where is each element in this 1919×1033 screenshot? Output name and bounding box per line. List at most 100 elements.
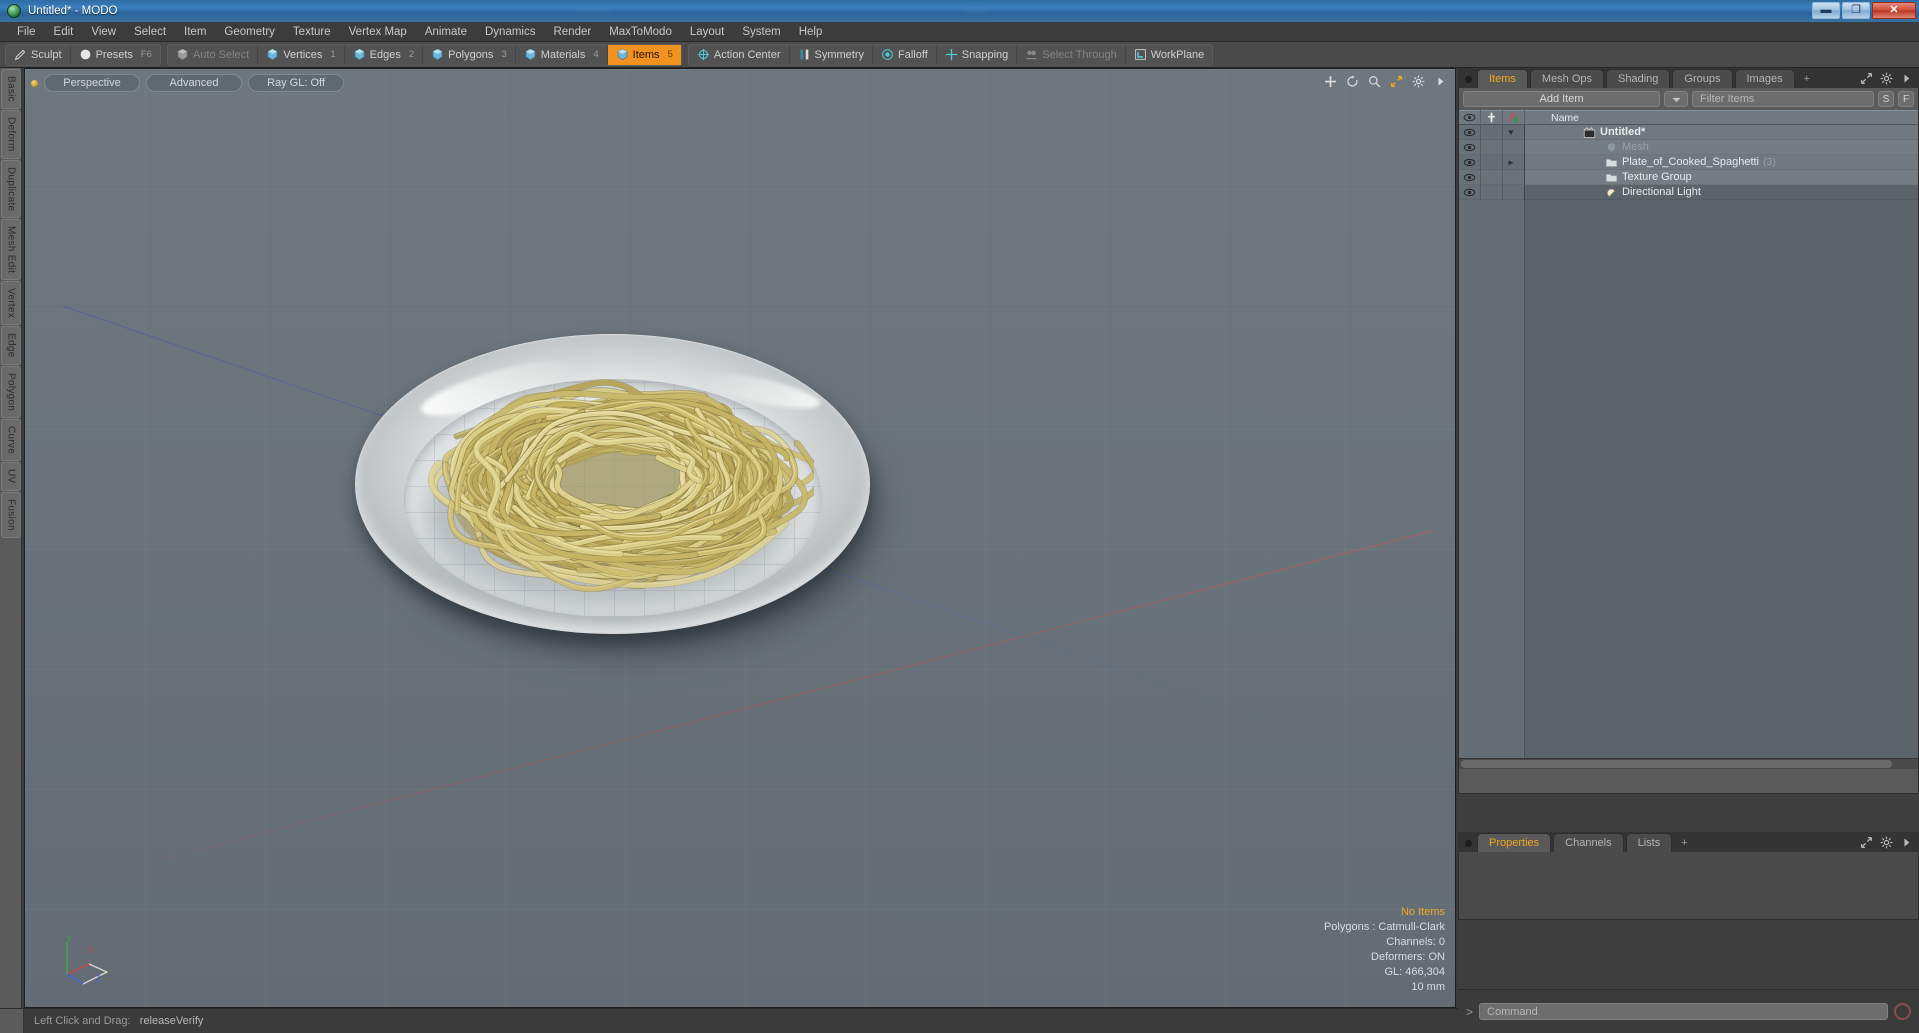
tab-items[interactable]: Items — [1477, 69, 1528, 88]
table-row[interactable]: Texture Group — [1459, 169, 1918, 185]
texture-cell[interactable] — [1503, 169, 1525, 185]
gear-icon[interactable] — [1880, 836, 1893, 849]
3d-viewport[interactable]: Perspective Advanced Ray GL: Off No Item… — [24, 68, 1456, 1008]
fit-icon[interactable] — [1390, 75, 1403, 88]
items-tree[interactable]: Name ▼ Untitled* Mesh ► Plate_of_Cooked_Spag… — [1459, 110, 1918, 758]
tab-images[interactable]: Images — [1734, 69, 1795, 88]
items-tree-hscroll-thumb[interactable] — [1461, 760, 1893, 768]
gear-icon[interactable] — [1880, 72, 1893, 85]
table-row[interactable]: ► Plate_of_Cooked_Spaghetti (3) — [1459, 154, 1918, 170]
tab-properties[interactable]: Properties — [1477, 833, 1552, 852]
left-tab-fusion[interactable]: Fusion — [1, 491, 21, 538]
toolbar-button-polygons[interactable]: Polygons 3 — [423, 44, 516, 65]
menu-item-vertex-map[interactable]: Vertex Map — [340, 24, 416, 40]
toolbar-button-edges[interactable]: Edges 2 — [345, 44, 424, 65]
move-icon[interactable] — [1324, 75, 1337, 88]
command-input[interactable]: Command — [1479, 1003, 1888, 1020]
chevron-right-icon[interactable] — [1900, 836, 1913, 849]
visibility-toggle-icon[interactable] — [1459, 124, 1481, 140]
tree-item-name-cell[interactable]: Texture Group — [1525, 171, 1692, 184]
left-tab-deform[interactable]: Deform — [1, 109, 21, 159]
menu-item-dynamics[interactable]: Dynamics — [476, 24, 544, 40]
toolbar-button-snapping[interactable]: Snapping — [937, 44, 1018, 65]
maximize-button[interactable]: ❐ — [1842, 2, 1870, 19]
menu-item-edit[interactable]: Edit — [45, 24, 83, 40]
rotate-icon[interactable] — [1346, 75, 1359, 88]
menu-item-animate[interactable]: Animate — [416, 24, 476, 40]
left-tab-basic[interactable]: Basic — [1, 69, 21, 109]
table-row[interactable]: Directional Light — [1459, 184, 1918, 200]
viewport-raygl-button[interactable]: Ray GL: Off — [248, 74, 344, 92]
chevron-right-icon[interactable] — [1434, 75, 1447, 88]
items-panel-add-tab[interactable]: + — [1797, 69, 1817, 88]
lock-cell[interactable] — [1481, 139, 1503, 155]
toolbar-button-workplane[interactable]: WorkPlane — [1126, 45, 1213, 65]
lock-cell[interactable] — [1481, 154, 1503, 170]
toolbar-button-action-center[interactable]: Action Center — [689, 44, 790, 65]
viewport-shading-button[interactable]: Advanced — [146, 74, 242, 92]
menu-item-view[interactable]: View — [82, 24, 125, 40]
menu-item-item[interactable]: Item — [175, 24, 215, 40]
tree-item-name-cell[interactable]: ► Plate_of_Cooked_Spaghetti (3) — [1507, 156, 1776, 169]
menu-item-geometry[interactable]: Geometry — [215, 24, 284, 40]
texture-cell[interactable] — [1503, 139, 1525, 155]
toolbar-button-sculpt[interactable]: Sculpt — [6, 44, 71, 65]
tab-channels[interactable]: Channels — [1553, 833, 1624, 852]
toolbar-button-presets[interactable]: Presets F6 — [71, 45, 160, 65]
menu-item-layout[interactable]: Layout — [681, 24, 734, 40]
toolbar-button-materials[interactable]: Materials 4 — [516, 44, 608, 65]
expander-right-icon[interactable]: ► — [1507, 158, 1515, 167]
items-panel-menu-dot[interactable] — [1465, 76, 1472, 83]
toolbar-button-auto-select[interactable]: Auto Select — [168, 44, 259, 65]
toolbar-button-select-through[interactable]: Select Through — [1017, 44, 1126, 65]
texture-cell[interactable] — [1503, 184, 1525, 200]
visibility-toggle-icon[interactable] — [1459, 184, 1481, 200]
toolbar-button-falloff[interactable]: Falloff — [873, 44, 937, 65]
record-icon[interactable] — [1894, 1003, 1911, 1020]
table-row[interactable]: ▼ Untitled* — [1459, 124, 1918, 140]
filter-s-button[interactable]: S — [1878, 91, 1894, 107]
tab-shading[interactable]: Shading — [1606, 69, 1671, 88]
lock-cell[interactable] — [1481, 184, 1503, 200]
menu-item-system[interactable]: System — [733, 24, 789, 40]
left-tab-duplicate[interactable]: Duplicate — [1, 159, 21, 218]
visibility-toggle-icon[interactable] — [1459, 139, 1481, 155]
toolbar-button-items[interactable]: Items 5 — [607, 44, 681, 65]
properties-panel-add-tab[interactable]: + — [1674, 833, 1694, 852]
left-tab-edge[interactable]: Edge — [1, 326, 21, 365]
tree-item-name-cell[interactable]: Directional Light — [1525, 186, 1701, 199]
properties-panel-menu-dot[interactable] — [1465, 840, 1472, 847]
left-tab-polygon[interactable]: Polygon — [1, 365, 21, 419]
table-row[interactable]: Mesh — [1459, 139, 1918, 155]
lock-cell[interactable] — [1481, 124, 1503, 140]
gear-icon[interactable] — [1412, 75, 1425, 88]
tree-item-name-cell[interactable]: ▼ Untitled* — [1507, 126, 1645, 139]
tab-groups[interactable]: Groups — [1672, 69, 1733, 88]
zoom-icon[interactable] — [1368, 75, 1381, 88]
viewport-menu-dot[interactable] — [31, 79, 38, 87]
lock-cell[interactable] — [1481, 169, 1503, 185]
close-button[interactable]: ✕ — [1872, 2, 1916, 19]
axis-gizmo[interactable]: X Y Z — [53, 934, 113, 989]
menu-item-texture[interactable]: Texture — [284, 24, 340, 40]
add-item-dropdown[interactable] — [1664, 91, 1688, 107]
popout-icon[interactable] — [1860, 836, 1873, 849]
add-item-button[interactable]: Add Item — [1463, 91, 1660, 107]
expander-down-icon[interactable]: ▼ — [1507, 128, 1515, 137]
left-tab-mesh-edit[interactable]: Mesh Edit — [1, 218, 21, 281]
menu-item-maxtomodo[interactable]: MaxToModo — [600, 24, 681, 40]
popout-icon[interactable] — [1860, 72, 1873, 85]
filter-items-input[interactable]: Filter Items — [1692, 91, 1874, 107]
menu-item-file[interactable]: File — [8, 24, 45, 40]
left-tab-uv[interactable]: UV — [1, 462, 21, 491]
toolbar-button-symmetry[interactable]: Symmetry — [790, 44, 874, 65]
toolbar-button-vertices[interactable]: Vertices 1 — [258, 44, 345, 65]
menu-item-help[interactable]: Help — [790, 24, 832, 40]
visibility-toggle-icon[interactable] — [1459, 169, 1481, 185]
chevron-right-icon[interactable] — [1900, 72, 1913, 85]
minimize-button[interactable]: ▬ — [1812, 2, 1840, 19]
left-tab-curve[interactable]: Curve — [1, 419, 21, 462]
viewport-projection-button[interactable]: Perspective — [44, 74, 140, 92]
menu-item-render[interactable]: Render — [544, 24, 600, 40]
tree-item-name-cell[interactable]: Mesh — [1525, 141, 1649, 154]
